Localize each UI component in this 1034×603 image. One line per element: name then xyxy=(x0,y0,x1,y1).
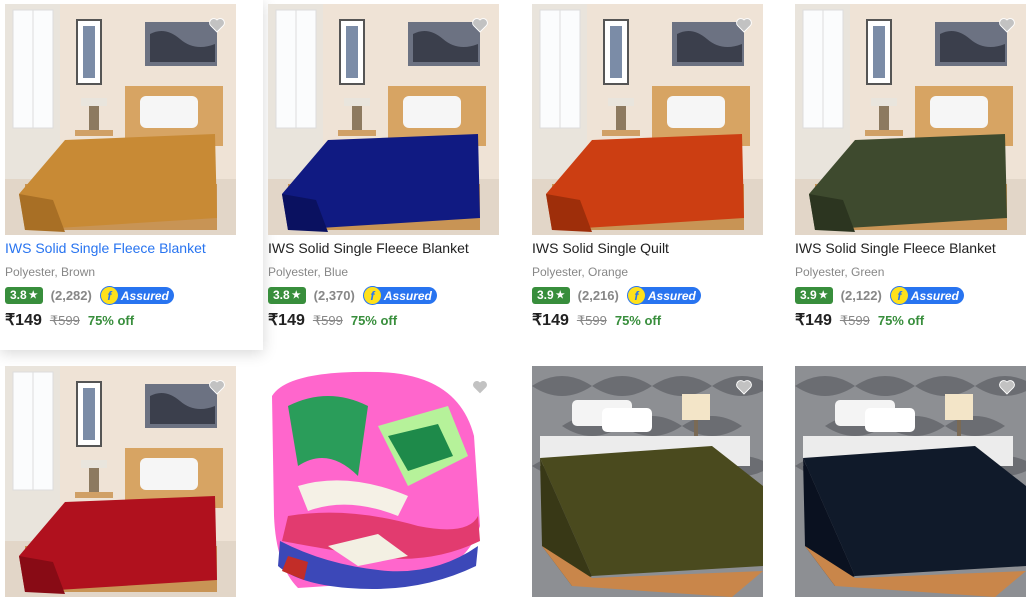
wishlist-heart-icon[interactable] xyxy=(469,14,491,34)
product-image[interactable] xyxy=(795,4,1026,235)
rating-row: 3.9 ★ (2,122) f Assured xyxy=(795,286,964,305)
wishlist-heart-icon[interactable] xyxy=(733,14,755,34)
rating-row: 3.8 ★ (2,370) f Assured xyxy=(268,286,437,305)
rating-value: 3.8 xyxy=(273,288,290,302)
star-icon: ★ xyxy=(818,290,828,301)
rating-row: 3.8 ★ (2,282) f Assured xyxy=(5,286,174,305)
rating-count: (2,370) xyxy=(313,288,355,303)
assured-label: Assured xyxy=(910,288,959,303)
assured-badge: f Assured xyxy=(363,287,437,304)
product-card[interactable]: IWS Solid Single Fleece Blanket Polyeste… xyxy=(0,0,263,350)
rating-badge: 3.9 ★ xyxy=(532,287,570,304)
mrp: ₹599 xyxy=(49,313,80,328)
price-row: ₹149 ₹599 75% off xyxy=(532,310,661,330)
rating-value: 3.9 xyxy=(537,288,554,302)
wishlist-heart-icon[interactable] xyxy=(733,376,755,396)
price: ₹149 xyxy=(5,312,42,329)
product-card[interactable]: IWS Solid Single Fleece Blanket Polyeste… xyxy=(263,0,526,350)
wishlist-heart-icon[interactable] xyxy=(206,14,228,34)
product-card[interactable] xyxy=(790,362,1034,603)
assured-label: Assured xyxy=(383,288,432,303)
price: ₹149 xyxy=(795,312,832,329)
product-card[interactable]: IWS Solid Single Fleece Blanket Polyeste… xyxy=(790,0,1034,350)
wishlist-heart-icon[interactable] xyxy=(996,14,1018,34)
price: ₹149 xyxy=(532,312,569,329)
product-card[interactable] xyxy=(0,362,263,603)
wishlist-heart-icon[interactable] xyxy=(206,376,228,396)
mrp: ₹599 xyxy=(312,313,343,328)
star-icon: ★ xyxy=(28,290,38,301)
assured-icon: f xyxy=(627,287,645,304)
product-image[interactable] xyxy=(268,366,499,597)
discount: 75% off xyxy=(350,313,398,328)
price-row: ₹149 ₹599 75% off xyxy=(268,310,397,330)
product-card[interactable] xyxy=(527,362,790,603)
rating-value: 3.9 xyxy=(800,288,817,302)
product-image[interactable] xyxy=(268,4,499,235)
product-title[interactable]: IWS Solid Single Fleece Blanket xyxy=(795,240,996,256)
discount: 75% off xyxy=(877,313,925,328)
product-title[interactable]: IWS Solid Single Fleece Blanket xyxy=(5,240,206,256)
product-card[interactable] xyxy=(263,362,526,603)
mrp: ₹599 xyxy=(839,313,870,328)
product-image[interactable] xyxy=(532,4,763,235)
price: ₹149 xyxy=(268,312,305,329)
product-image[interactable] xyxy=(5,4,236,235)
product-title[interactable]: IWS Solid Single Quilt xyxy=(532,240,669,256)
star-icon: ★ xyxy=(555,290,565,301)
assured-icon: f xyxy=(100,287,118,304)
product-image[interactable] xyxy=(532,366,763,597)
price-row: ₹149 ₹599 75% off xyxy=(5,310,134,330)
rating-row: 3.9 ★ (2,216) f Assured xyxy=(532,286,701,305)
rating-badge: 3.8 ★ xyxy=(5,287,43,304)
rating-count: (2,282) xyxy=(50,288,92,303)
product-image[interactable] xyxy=(795,366,1026,597)
product-title[interactable]: IWS Solid Single Fleece Blanket xyxy=(268,240,469,256)
product-subtitle: Polyester, Brown xyxy=(5,265,96,279)
rating-badge: 3.9 ★ xyxy=(795,287,833,304)
price-row: ₹149 ₹599 75% off xyxy=(795,310,924,330)
discount: 75% off xyxy=(614,313,662,328)
product-subtitle: Polyester, Green xyxy=(795,265,885,279)
product-image[interactable] xyxy=(5,366,236,597)
assured-label: Assured xyxy=(120,288,169,303)
rating-value: 3.8 xyxy=(10,288,27,302)
rating-badge: 3.8 ★ xyxy=(268,287,306,304)
product-subtitle: Polyester, Orange xyxy=(532,265,629,279)
wishlist-heart-icon[interactable] xyxy=(469,376,491,396)
assured-icon: f xyxy=(890,287,908,304)
assured-badge: f Assured xyxy=(100,287,174,304)
wishlist-heart-icon[interactable] xyxy=(996,376,1018,396)
assured-badge: f Assured xyxy=(627,287,701,304)
rating-count: (2,216) xyxy=(577,288,619,303)
mrp: ₹599 xyxy=(576,313,607,328)
assured-badge: f Assured xyxy=(890,287,964,304)
assured-icon: f xyxy=(363,287,381,304)
star-icon: ★ xyxy=(291,290,301,301)
discount: 75% off xyxy=(87,313,135,328)
product-card[interactable]: IWS Solid Single Quilt Polyester, Orange… xyxy=(527,0,790,350)
assured-label: Assured xyxy=(647,288,696,303)
product-subtitle: Polyester, Blue xyxy=(268,265,349,279)
rating-count: (2,122) xyxy=(840,288,882,303)
